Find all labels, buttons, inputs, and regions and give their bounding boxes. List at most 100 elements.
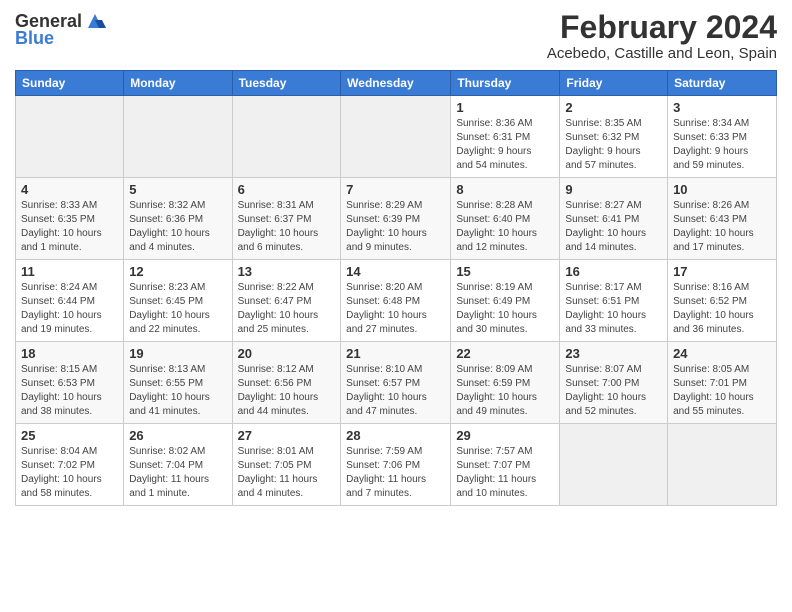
- day-info: Sunrise: 8:05 AM Sunset: 7:01 PM Dayligh…: [673, 363, 771, 419]
- table-row: 21 Sunrise: 8:10 AM Sunset: 6:57 PM Dayli…: [341, 342, 451, 424]
- day-number: 27: [238, 428, 336, 443]
- day-number: 6: [238, 182, 336, 197]
- day-number: 1: [456, 100, 554, 115]
- day-number: 7: [346, 182, 445, 197]
- calendar-week-row: 4Sunrise: 8:33 AM Sunset: 6:35 PM Daylig…: [16, 178, 777, 260]
- table-row: 13 Sunrise: 8:22 AM Sunset: 6:47 PM Dayli…: [232, 260, 341, 342]
- day-number: 5: [129, 182, 226, 197]
- table-row: 25Sunrise: 8:04 AM Sunset: 7:02 PM Dayli…: [16, 424, 124, 506]
- table-row: [124, 96, 232, 178]
- table-row: 14 Sunrise: 8:20 AM Sunset: 6:48 PM Dayli…: [341, 260, 451, 342]
- logo-blue: Blue: [15, 28, 54, 49]
- table-row: 4Sunrise: 8:33 AM Sunset: 6:35 PM Daylig…: [16, 178, 124, 260]
- day-number: 2: [565, 100, 662, 115]
- header-thursday: Thursday: [451, 71, 560, 96]
- day-number: 25: [21, 428, 118, 443]
- day-info: Sunrise: 8:23 AM Sunset: 6:45 PM Dayligh…: [129, 281, 226, 337]
- day-number: 13: [238, 264, 336, 279]
- day-info: Sunrise: 8:10 AM Sunset: 6:57 PM Dayligh…: [346, 363, 445, 419]
- day-info: Sunrise: 8:34 AM Sunset: 6:33 PM Dayligh…: [673, 117, 771, 173]
- header-wednesday: Wednesday: [341, 71, 451, 96]
- table-row: 15Sunrise: 8:19 AM Sunset: 6:49 PM Dayli…: [451, 260, 560, 342]
- day-number: 20: [238, 346, 336, 361]
- table-row: [341, 96, 451, 178]
- table-row: [668, 424, 777, 506]
- title-area: February 2024 Acebedo, Castille and Leon…: [547, 10, 777, 62]
- day-info: Sunrise: 8:35 AM Sunset: 6:32 PM Dayligh…: [565, 117, 662, 173]
- calendar-week-row: 1 Sunrise: 8:36 AM Sunset: 6:31 PM Daylig…: [16, 96, 777, 178]
- day-info: Sunrise: 8:13 AM Sunset: 6:55 PM Dayligh…: [129, 363, 226, 419]
- day-info: Sunrise: 8:27 AM Sunset: 6:41 PM Dayligh…: [565, 199, 662, 255]
- day-info: Sunrise: 7:59 AM Sunset: 7:06 PM Dayligh…: [346, 445, 445, 501]
- calendar-week-row: 18 Sunrise: 8:15 AM Sunset: 6:53 PM Dayli…: [16, 342, 777, 424]
- day-info: Sunrise: 8:24 AM Sunset: 6:44 PM Dayligh…: [21, 281, 118, 337]
- day-info: Sunrise: 8:09 AM Sunset: 6:59 PM Dayligh…: [456, 363, 554, 419]
- table-row: 16 Sunrise: 8:17 AM Sunset: 6:51 PM Dayli…: [560, 260, 668, 342]
- page: General Blue February 2024 Acebedo, Cast…: [0, 0, 792, 612]
- header-tuesday: Tuesday: [232, 71, 341, 96]
- day-info: Sunrise: 8:36 AM Sunset: 6:31 PM Dayligh…: [456, 117, 554, 173]
- day-number: 10: [673, 182, 771, 197]
- header-area: General Blue February 2024 Acebedo, Cast…: [15, 10, 777, 62]
- table-row: 19 Sunrise: 8:13 AM Sunset: 6:55 PM Dayli…: [124, 342, 232, 424]
- day-info: Sunrise: 8:22 AM Sunset: 6:47 PM Dayligh…: [238, 281, 336, 337]
- table-row: 18 Sunrise: 8:15 AM Sunset: 6:53 PM Dayli…: [16, 342, 124, 424]
- main-title: February 2024: [547, 10, 777, 45]
- table-row: 2 Sunrise: 8:35 AM Sunset: 6:32 PM Daylig…: [560, 96, 668, 178]
- day-info: Sunrise: 8:01 AM Sunset: 7:05 PM Dayligh…: [238, 445, 336, 501]
- day-info: Sunrise: 8:31 AM Sunset: 6:37 PM Dayligh…: [238, 199, 336, 255]
- day-info: Sunrise: 8:15 AM Sunset: 6:53 PM Dayligh…: [21, 363, 118, 419]
- day-number: 29: [456, 428, 554, 443]
- header-saturday: Saturday: [668, 71, 777, 96]
- day-number: 8: [456, 182, 554, 197]
- table-row: [560, 424, 668, 506]
- calendar: Sunday Monday Tuesday Wednesday Thursday…: [15, 70, 777, 506]
- table-row: 28 Sunrise: 7:59 AM Sunset: 7:06 PM Dayli…: [341, 424, 451, 506]
- table-row: 17Sunrise: 8:16 AM Sunset: 6:52 PM Dayli…: [668, 260, 777, 342]
- table-row: 23Sunrise: 8:07 AM Sunset: 7:00 PM Dayli…: [560, 342, 668, 424]
- day-number: 19: [129, 346, 226, 361]
- table-row: 20 Sunrise: 8:12 AM Sunset: 6:56 PM Dayli…: [232, 342, 341, 424]
- day-number: 24: [673, 346, 771, 361]
- day-info: Sunrise: 8:12 AM Sunset: 6:56 PM Dayligh…: [238, 363, 336, 419]
- header-sunday: Sunday: [16, 71, 124, 96]
- day-number: 22: [456, 346, 554, 361]
- table-row: 1 Sunrise: 8:36 AM Sunset: 6:31 PM Daylig…: [451, 96, 560, 178]
- table-row: [16, 96, 124, 178]
- day-info: Sunrise: 8:20 AM Sunset: 6:48 PM Dayligh…: [346, 281, 445, 337]
- table-row: 26Sunrise: 8:02 AM Sunset: 7:04 PM Dayli…: [124, 424, 232, 506]
- day-number: 15: [456, 264, 554, 279]
- day-number: 21: [346, 346, 445, 361]
- calendar-week-row: 11Sunrise: 8:24 AM Sunset: 6:44 PM Dayli…: [16, 260, 777, 342]
- day-number: 18: [21, 346, 118, 361]
- day-info: Sunrise: 8:32 AM Sunset: 6:36 PM Dayligh…: [129, 199, 226, 255]
- logo: General Blue: [15, 10, 106, 49]
- day-number: 4: [21, 182, 118, 197]
- logo-icon: [84, 10, 106, 32]
- table-row: 22 Sunrise: 8:09 AM Sunset: 6:59 PM Dayli…: [451, 342, 560, 424]
- day-info: Sunrise: 8:02 AM Sunset: 7:04 PM Dayligh…: [129, 445, 226, 501]
- table-row: 24 Sunrise: 8:05 AM Sunset: 7:01 PM Dayli…: [668, 342, 777, 424]
- day-number: 14: [346, 264, 445, 279]
- table-row: 5 Sunrise: 8:32 AM Sunset: 6:36 PM Daylig…: [124, 178, 232, 260]
- day-number: 17: [673, 264, 771, 279]
- table-row: [232, 96, 341, 178]
- day-number: 9: [565, 182, 662, 197]
- day-info: Sunrise: 8:28 AM Sunset: 6:40 PM Dayligh…: [456, 199, 554, 255]
- day-info: Sunrise: 8:26 AM Sunset: 6:43 PM Dayligh…: [673, 199, 771, 255]
- day-info: Sunrise: 8:17 AM Sunset: 6:51 PM Dayligh…: [565, 281, 662, 337]
- table-row: 6 Sunrise: 8:31 AM Sunset: 6:37 PM Daylig…: [232, 178, 341, 260]
- table-row: 12 Sunrise: 8:23 AM Sunset: 6:45 PM Dayli…: [124, 260, 232, 342]
- table-row: 11Sunrise: 8:24 AM Sunset: 6:44 PM Dayli…: [16, 260, 124, 342]
- day-info: Sunrise: 8:07 AM Sunset: 7:00 PM Dayligh…: [565, 363, 662, 419]
- day-number: 28: [346, 428, 445, 443]
- table-row: 7 Sunrise: 8:29 AM Sunset: 6:39 PM Daylig…: [341, 178, 451, 260]
- table-row: 8 Sunrise: 8:28 AM Sunset: 6:40 PM Daylig…: [451, 178, 560, 260]
- day-number: 12: [129, 264, 226, 279]
- day-number: 16: [565, 264, 662, 279]
- table-row: 10 Sunrise: 8:26 AM Sunset: 6:43 PM Dayli…: [668, 178, 777, 260]
- table-row: 27 Sunrise: 8:01 AM Sunset: 7:05 PM Dayli…: [232, 424, 341, 506]
- day-info: Sunrise: 8:29 AM Sunset: 6:39 PM Dayligh…: [346, 199, 445, 255]
- table-row: 29Sunrise: 7:57 AM Sunset: 7:07 PM Dayli…: [451, 424, 560, 506]
- table-row: 9 Sunrise: 8:27 AM Sunset: 6:41 PM Daylig…: [560, 178, 668, 260]
